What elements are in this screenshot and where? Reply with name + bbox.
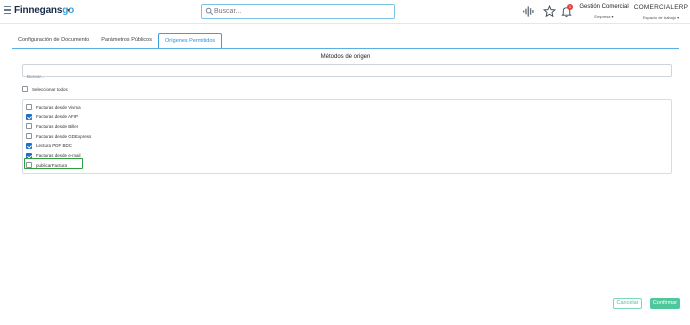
- methods-search[interactable]: [22, 64, 672, 82]
- method-label: Lectura PDF BDC: [36, 143, 73, 149]
- method-checkbox[interactable]: [26, 123, 32, 130]
- workspace-selector[interactable]: COMERCIALERP Espacio de trabajo ▾: [632, 4, 690, 20]
- select-all[interactable]: Seleccionar todos: [22, 86, 68, 92]
- top-bar: Finnegansgo ▾ 1 Gestión Comercial Empres…: [0, 0, 690, 24]
- workspace-selector-label: Espacio de trabajo ▾: [642, 15, 680, 20]
- list-item[interactable]: Lectura PDF BDC: [26, 142, 72, 150]
- method-checkbox[interactable]: [26, 113, 32, 120]
- section-title: Métodos de origen: [320, 54, 371, 60]
- methods-search-input[interactable]: [23, 71, 671, 82]
- methods-list: Facturas desde Vivma Facturas desde AFIP…: [22, 99, 672, 174]
- select-all-label: Seleccionar todos: [32, 86, 68, 92]
- tab-origenes-permitidos[interactable]: Orígenes Permitidos: [158, 33, 223, 49]
- logo-text: Finnegans: [14, 5, 63, 16]
- global-search[interactable]: [201, 4, 395, 19]
- tab-configuracion-documento[interactable]: Configuración de Documento: [12, 33, 95, 49]
- method-checkbox[interactable]: [26, 104, 32, 110]
- company-name: Gestión Comercial: [579, 4, 629, 10]
- method-label: Facturas desde AFIP: [36, 114, 79, 120]
- list-item[interactable]: Facturas desde GDExpress: [26, 132, 91, 140]
- notification-badge: 1: [567, 4, 573, 10]
- cancel-button[interactable]: Cancelar: [613, 298, 642, 309]
- wave-icon[interactable]: [522, 5, 535, 18]
- chevron-down-icon[interactable]: ▾: [67, 7, 70, 14]
- tab-bar: Configuración de Documento Parámetros Pú…: [12, 33, 223, 49]
- list-item[interactable]: Facturas desde Biller: [26, 122, 78, 130]
- tab-divider: [12, 48, 679, 49]
- workspace-name: COMERCIALERP: [633, 4, 689, 11]
- company-selector[interactable]: Gestión Comercial Empresa ▾: [578, 4, 630, 19]
- list-item[interactable]: Facturas desde AFIP: [26, 113, 78, 121]
- tab-parametros-publicos[interactable]: Parámetros Públicos: [95, 33, 158, 49]
- confirm-button[interactable]: Confirmar: [650, 298, 680, 309]
- method-checkbox[interactable]: [26, 142, 32, 149]
- list-item[interactable]: Facturas desde Vivma: [26, 103, 81, 111]
- star-icon[interactable]: [543, 5, 556, 18]
- highlight-box: [24, 158, 83, 169]
- logo[interactable]: Finnegansgo: [14, 5, 74, 16]
- method-checkbox[interactable]: [26, 133, 32, 140]
- method-label: Facturas desde GDExpress: [36, 133, 92, 139]
- global-search-input[interactable]: [214, 6, 389, 17]
- select-all-checkbox[interactable]: [22, 86, 28, 92]
- method-label: Facturas desde Biller: [36, 123, 79, 129]
- company-selector-label: Empresa ▾: [594, 14, 614, 19]
- method-label: Facturas desde Vivma: [36, 104, 81, 110]
- search-icon: [205, 7, 214, 16]
- menu-icon[interactable]: [4, 6, 11, 14]
